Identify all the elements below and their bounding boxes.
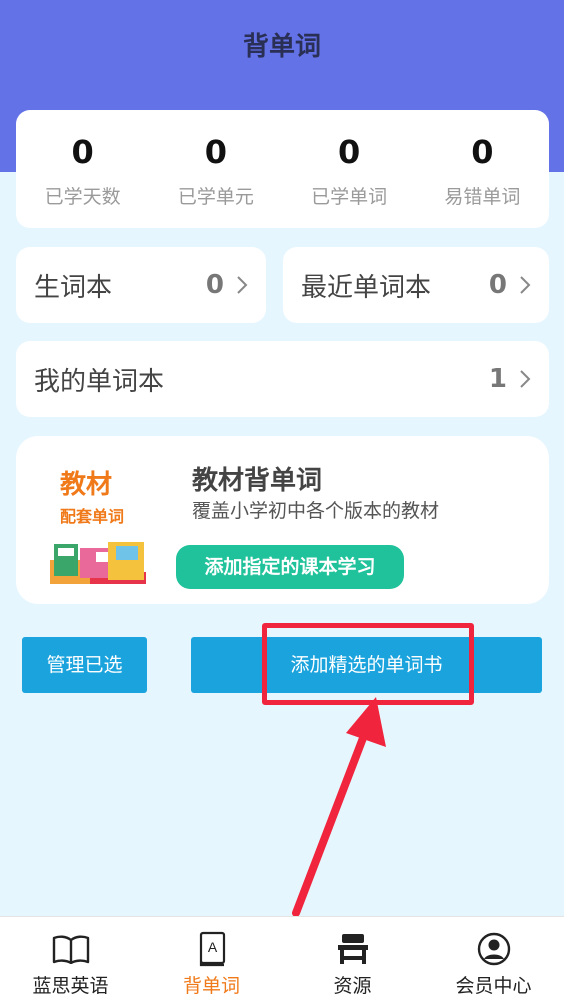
notebook-label: 生词本 xyxy=(34,272,113,303)
notebook-count: 1 xyxy=(488,364,507,394)
recent-notebook[interactable]: 最近单词本 0 xyxy=(283,247,549,323)
nav-item-resources[interactable]: 资源 xyxy=(282,917,423,1004)
nav-item-lexile-english[interactable]: 蓝思英语 xyxy=(0,917,141,1004)
chevron-right-icon xyxy=(519,369,531,389)
notebook-label: 我的单词本 xyxy=(34,366,165,397)
add-textbook-button[interactable]: 添加指定的课本学习 xyxy=(176,545,404,589)
nav-label: 资源 xyxy=(333,975,372,997)
manage-selected-button[interactable]: 管理已选 xyxy=(22,637,147,693)
logo-subtitle: 配套单词 xyxy=(60,507,125,526)
user-circle-icon xyxy=(423,929,564,969)
nav-label: 蓝思英语 xyxy=(32,975,109,997)
textbook-title: 教材背单词 xyxy=(192,466,323,496)
stat-value: 0 xyxy=(471,133,494,171)
stat-mistakes: 0 易错单词 xyxy=(416,110,549,228)
nav-item-word-memorize[interactable]: A 背单词 xyxy=(141,917,282,1004)
book-open-icon xyxy=(0,929,141,969)
nav-item-member-center[interactable]: 会员中心 xyxy=(423,917,564,1004)
stats-card: 0 已学天数 0 已学单元 0 已学单词 0 易错单词 xyxy=(16,110,549,228)
stat-words: 0 已学单词 xyxy=(283,110,416,228)
stat-label: 已学单词 xyxy=(311,186,388,208)
annotation-arrow-icon xyxy=(292,697,386,917)
chevron-right-icon xyxy=(236,275,248,295)
textbook-card[interactable]: 教材 配套单词 教材背单词 覆盖小学初中各个版本的教材 添加指定的课本学习 xyxy=(16,436,549,604)
stat-value: 0 xyxy=(204,133,227,171)
stat-units: 0 已学单元 xyxy=(149,110,282,228)
textbook-description: 覆盖小学初中各个版本的教材 xyxy=(192,500,440,522)
stat-value: 0 xyxy=(71,133,94,171)
stat-label: 已学天数 xyxy=(44,186,121,208)
textbook-logo: 教材 配套单词 xyxy=(50,464,160,584)
new-words-notebook[interactable]: 生词本 0 xyxy=(16,247,266,323)
notebook-count: 0 xyxy=(488,270,507,300)
word-book-icon: A xyxy=(141,929,282,969)
stat-days: 0 已学天数 xyxy=(16,110,149,228)
nav-label: 会员中心 xyxy=(455,975,532,997)
notebook-label: 最近单词本 xyxy=(301,272,432,303)
bottom-navigation: 蓝思英语 A 背单词 资源 会员中心 xyxy=(0,916,564,1004)
my-notebook[interactable]: 我的单词本 1 xyxy=(16,341,549,417)
nav-label: 背单词 xyxy=(182,975,240,997)
textbooks-illustration xyxy=(50,538,160,588)
chevron-right-icon xyxy=(519,275,531,295)
stat-label: 易错单词 xyxy=(444,186,521,208)
notebook-count: 0 xyxy=(205,270,224,300)
logo-title: 教材 xyxy=(60,470,113,500)
desk-icon xyxy=(282,929,423,969)
svg-text:A: A xyxy=(207,939,217,955)
stat-label: 已学单元 xyxy=(177,186,254,208)
stat-value: 0 xyxy=(337,133,361,171)
page-title: 背单词 xyxy=(242,32,321,62)
